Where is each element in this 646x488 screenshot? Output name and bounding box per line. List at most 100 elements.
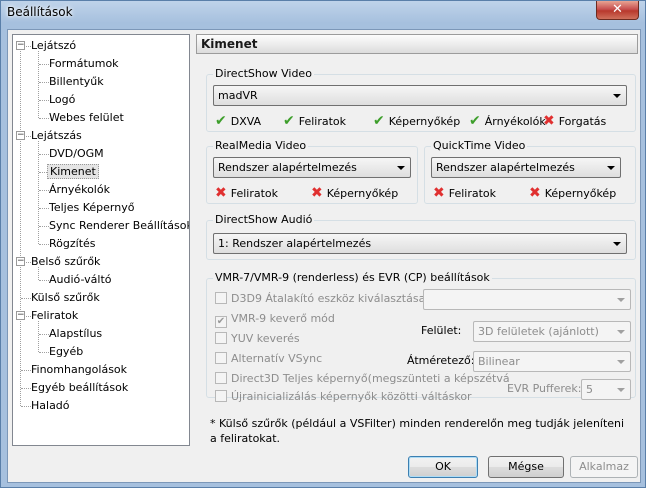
title-bar[interactable]: Beállítások ✕ xyxy=(1,1,645,25)
ok-button[interactable]: OK xyxy=(408,456,478,478)
directshow-audio-select[interactable]: 1: Rendszer alapértelmezés xyxy=(213,233,627,254)
checkbox-label: YUV keverés xyxy=(231,332,300,345)
feature-label: Feliratok xyxy=(448,187,497,200)
tree-item[interactable]: Finomhangolások xyxy=(29,361,129,379)
tree-item[interactable]: Árnyékolók xyxy=(47,181,112,199)
tree-item[interactable]: DVD/OGM xyxy=(47,145,106,163)
reinit-checkbox[interactable]: Újrainicializálás képernyők közötti vált… xyxy=(215,389,472,405)
settings-tree[interactable]: Lejátszó − Formátumok Billentyűk Logó Webes f… xyxy=(12,34,190,446)
cross-icon: ✖ xyxy=(215,185,227,201)
directshow-video-title: DirectShow Video xyxy=(213,67,314,80)
tree-item[interactable]: Logó xyxy=(47,91,77,109)
realmedia-video-select[interactable]: Rendszer alapértelmezés xyxy=(213,157,411,178)
tree-item-label: Feliratok xyxy=(31,309,79,322)
tree-guide-line xyxy=(20,46,21,406)
directshow-audio-group: DirectShow Audió 1: Rendszer alapértelme… xyxy=(206,213,636,260)
tree-item[interactable]: Formátumok xyxy=(47,55,121,73)
checkbox-box[interactable] xyxy=(215,292,227,304)
feature-label: Képernyőkép xyxy=(544,187,617,200)
resizer-value: Bilinear xyxy=(478,355,520,368)
surface-label: Felület: xyxy=(421,324,462,337)
tree-item[interactable]: Egyéb beállítások xyxy=(29,379,130,397)
yuv-mixing-checkbox[interactable]: YUV keverés xyxy=(215,331,300,347)
tree-item[interactable]: Belső szűrők xyxy=(29,253,102,271)
checkbox-box[interactable]: ✔ xyxy=(215,316,227,328)
quicktime-video-select[interactable]: Rendszer alapértelmezés xyxy=(431,157,621,178)
apply-button[interactable]: Alkalmaz xyxy=(570,456,638,478)
collapse-icon[interactable]: − xyxy=(16,41,25,50)
checkbox-box[interactable] xyxy=(215,332,227,344)
check-icon: ✔ xyxy=(469,113,481,129)
tree-item[interactable]: Rögzítés xyxy=(47,235,98,253)
feature-subtitles: ✖ Feliratok xyxy=(215,185,278,201)
tree-item[interactable]: Lejátszás xyxy=(29,127,84,145)
subtitle-note: * Külső szűrők (például a VSFilter) mind… xyxy=(210,417,625,445)
quicktime-video-title: QuickTime Video xyxy=(431,139,528,152)
feature-label: Forgatás xyxy=(558,115,607,128)
tree-item[interactable]: Audió-váltó xyxy=(47,271,114,289)
collapse-icon[interactable]: − xyxy=(16,257,25,266)
close-icon: ✕ xyxy=(612,2,623,17)
tree-item[interactable]: Teljes Képernyő xyxy=(47,199,136,217)
tree-item-label: Haladó xyxy=(31,399,70,412)
tree-item[interactable]: Feliratok xyxy=(29,307,80,325)
alt-vsync-checkbox[interactable]: Alternatív VSync xyxy=(215,351,322,367)
directshow-video-value: madVR xyxy=(218,89,258,102)
collapse-icon[interactable]: − xyxy=(16,311,25,320)
evr-buffers-select[interactable]: 5 xyxy=(581,379,631,400)
realmedia-video-group: RealMedia Video Rendszer alapértelmezés … xyxy=(206,139,418,204)
checkbox-box[interactable] xyxy=(215,372,227,384)
feature-label: Feliratok xyxy=(298,115,347,128)
chevron-down-icon xyxy=(607,166,615,170)
tree-guide-line xyxy=(38,321,39,352)
d3d9-device-select[interactable] xyxy=(423,289,631,310)
settings-window: Beállítások ✕ Lejátszó − Formátumok Billent… xyxy=(0,0,646,488)
tree-item-label: Webes felület xyxy=(49,111,124,124)
quicktime-video-value: Rendszer alapértelmezés xyxy=(436,161,575,174)
checkbox-box[interactable] xyxy=(215,352,227,364)
tree-item[interactable]: Webes felület xyxy=(47,109,126,127)
tree-item-label: Formátumok xyxy=(49,57,119,70)
directshow-video-group: DirectShow Video madVR ✔ DXVA ✔ Feliratok … xyxy=(206,67,636,132)
tree-item[interactable]: Sync Renderer Beállítások xyxy=(47,217,190,235)
tree-item-label: Lejátszó xyxy=(31,39,77,52)
collapse-icon[interactable]: − xyxy=(16,131,25,140)
feature-label: Árnyékolók xyxy=(484,115,546,128)
feature-shaders: ✔ Árnyékolók xyxy=(469,113,546,129)
tree-item[interactable]: Haladó xyxy=(29,397,72,415)
chevron-down-icon xyxy=(617,360,625,364)
chevron-down-icon xyxy=(617,388,625,392)
tree-item[interactable]: Billentyűk xyxy=(47,73,106,91)
vmr9-mixer-checkbox[interactable]: ✔ VMR-9 keverő mód xyxy=(215,311,335,328)
cross-icon: ✖ xyxy=(433,185,445,201)
close-button[interactable]: ✕ xyxy=(596,1,639,20)
surface-select[interactable]: 3D felületek (ajánlott) xyxy=(473,321,631,342)
tree-item[interactable]: Lejátszó xyxy=(29,37,78,55)
evr-buffers-value: 5 xyxy=(586,383,593,396)
feature-label: Feliratok xyxy=(230,187,279,200)
window-title: Beállítások xyxy=(7,5,73,19)
tree-item-label: Audió-váltó xyxy=(49,273,112,286)
realmedia-video-title: RealMedia Video xyxy=(213,139,309,152)
tree-item[interactable]: Alapstílus xyxy=(47,325,104,343)
d3d9-device-checkbox[interactable]: D3D9 Átalakító eszköz kiválasztása xyxy=(215,291,425,307)
cross-icon: ✖ xyxy=(311,185,323,201)
tree-item-label: Külső szűrők xyxy=(31,291,100,304)
resizer-label: Átméretező: xyxy=(407,354,475,367)
realmedia-video-value: Rendszer alapértelmezés xyxy=(218,161,357,174)
resizer-select[interactable]: Bilinear xyxy=(473,351,631,372)
feature-rotation: ✖ Forgatás xyxy=(543,113,606,129)
cancel-button[interactable]: Mégse xyxy=(488,456,564,478)
evr-buffers-label: EVR Pufferek: xyxy=(507,382,582,395)
tree-item-label: Kimenet xyxy=(47,164,99,179)
tree-item[interactable]: Kimenet xyxy=(47,163,99,181)
checkbox-box[interactable] xyxy=(215,390,227,402)
d3d-fullscreen-checkbox[interactable]: Direct3D Teljes képernyő(megszünteti a k… xyxy=(215,371,510,387)
tree-item-label: Sync Renderer Beállítások xyxy=(49,219,190,232)
tree-item[interactable]: Külső szűrők xyxy=(29,289,102,307)
checkbox-label: VMR-9 keverő mód xyxy=(231,312,335,325)
feature-label: Képernyőkép xyxy=(326,187,399,200)
tree-item[interactable]: Egyéb xyxy=(47,343,85,361)
tree-item-label: Egyéb xyxy=(49,345,84,358)
directshow-video-select[interactable]: madVR xyxy=(213,85,627,106)
